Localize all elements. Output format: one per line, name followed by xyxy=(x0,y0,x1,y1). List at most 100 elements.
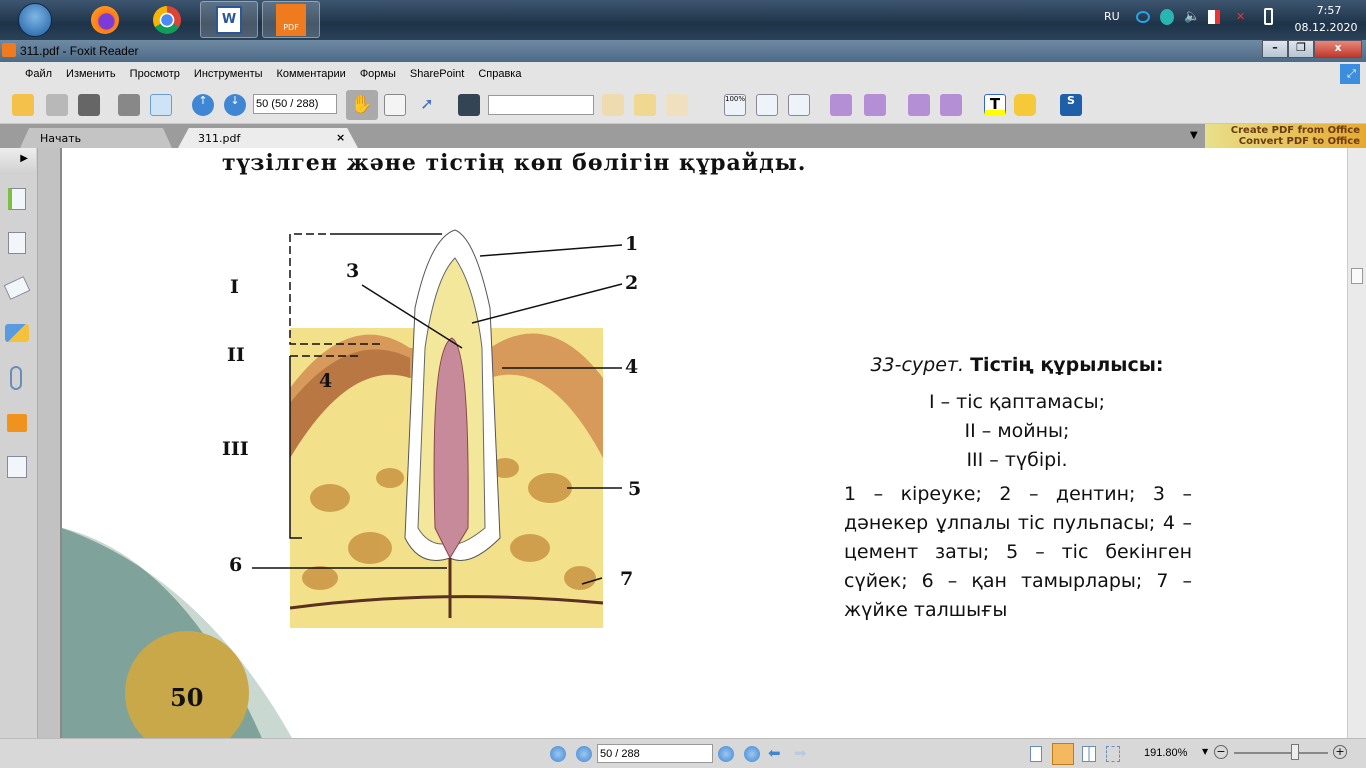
tab-list-dropdown-icon[interactable]: ▼ xyxy=(1190,130,1198,141)
firefox-icon xyxy=(91,5,119,34)
pdf-clipboard-icon[interactable] xyxy=(940,94,962,116)
clock-date[interactable]: 08.12.2020 xyxy=(1291,21,1361,34)
next-page-icon[interactable]: ↓ xyxy=(224,94,246,116)
hand-tool-icon[interactable]: ✋ xyxy=(346,90,378,120)
first-page-icon[interactable] xyxy=(550,746,566,762)
new-pdf-icon[interactable] xyxy=(908,94,930,116)
start-button[interactable] xyxy=(6,1,64,38)
label-5: 5 xyxy=(628,478,642,500)
fit-width-icon[interactable] xyxy=(788,94,810,116)
figure-parts-list: I – тіс қаптамасы; II – мойны; III – түб… xyxy=(832,388,1202,475)
pages-icon[interactable] xyxy=(8,232,26,254)
search-input[interactable] xyxy=(488,95,594,115)
create-pdf-icon[interactable] xyxy=(830,94,852,116)
tab-label: Начать xyxy=(40,132,82,145)
battery-icon[interactable] xyxy=(1264,8,1273,25)
action-center-flag-icon[interactable] xyxy=(1208,10,1220,24)
label-II: II xyxy=(227,344,245,366)
vertical-scrollbar[interactable] xyxy=(1347,148,1366,738)
zoom-slider[interactable] xyxy=(1234,752,1328,754)
print-icon[interactable] xyxy=(118,94,140,116)
find-next-icon[interactable] xyxy=(634,94,656,116)
open-folder-icon[interactable] xyxy=(12,94,34,116)
foxit-app-icon xyxy=(2,43,16,57)
menu-edit[interactable]: Изменить xyxy=(59,68,123,80)
close-button[interactable]: x xyxy=(1314,40,1362,58)
layers-icon[interactable] xyxy=(3,276,31,300)
status-page-input[interactable] xyxy=(597,744,713,763)
minimize-button[interactable]: – xyxy=(1262,40,1288,58)
create-pdf-promo[interactable]: Create PDF from Office Convert PDF to Off… xyxy=(1205,124,1366,148)
menu-tools[interactable]: Инструменты xyxy=(187,68,270,80)
language-indicator[interactable]: RU xyxy=(1104,10,1120,23)
zoom-in-icon[interactable]: + xyxy=(1333,745,1347,759)
continuous-page-icon[interactable] xyxy=(1052,743,1074,765)
email-icon[interactable] xyxy=(150,94,172,116)
eset-icon[interactable] xyxy=(1160,9,1174,25)
find-binoculars-icon[interactable] xyxy=(458,94,480,116)
tab-311-pdf[interactable]: 311.pdf × xyxy=(178,128,358,148)
go-forward-icon[interactable]: ➡ xyxy=(794,744,807,762)
close-tab-icon[interactable]: × xyxy=(336,131,345,144)
signatures-icon[interactable] xyxy=(7,456,27,478)
fullscreen-icon[interactable]: ⤢ xyxy=(1340,64,1360,84)
label-4-left: 4 xyxy=(319,370,333,392)
save-icon[interactable] xyxy=(46,94,68,116)
network-disconnected-icon[interactable]: ✕ xyxy=(1236,10,1245,23)
restore-button[interactable]: ❐ xyxy=(1288,40,1314,58)
panel-splitter[interactable] xyxy=(38,148,62,738)
menu-help[interactable]: Справка xyxy=(471,68,528,80)
docusign-icon[interactable]: S xyxy=(1060,94,1082,116)
network-tray-icon[interactable] xyxy=(1136,11,1150,23)
tab-start[interactable]: Начать xyxy=(20,128,172,148)
title-bar: 311.pdf - Foxit Reader – ❐ x xyxy=(0,40,1366,62)
previous-page-icon[interactable]: ↑ xyxy=(192,94,214,116)
clock-time[interactable]: 7:57 xyxy=(1304,4,1354,17)
single-page-icon[interactable] xyxy=(1030,746,1042,762)
next-page-status-icon[interactable] xyxy=(718,746,734,762)
security-lock-icon[interactable] xyxy=(7,414,27,432)
menu-file[interactable]: Файл xyxy=(18,68,59,80)
continuous-facing-icon[interactable] xyxy=(1106,746,1120,762)
previous-page-status-icon[interactable] xyxy=(576,746,592,762)
last-page-icon[interactable] xyxy=(744,746,760,762)
select-text-icon[interactable] xyxy=(384,94,406,116)
promo-line1: Create PDF from Office xyxy=(1230,125,1360,136)
zoom-dropdown-icon[interactable]: ▼ xyxy=(1202,747,1208,756)
menu-sharepoint[interactable]: SharePoint xyxy=(403,68,471,80)
pdf-printer-icon[interactable] xyxy=(864,94,886,116)
save-as-icon[interactable] xyxy=(78,94,100,116)
menu-comments[interactable]: Комментарии xyxy=(270,68,353,80)
find-previous-icon[interactable] xyxy=(602,94,624,116)
zoom-slider-thumb[interactable] xyxy=(1291,744,1300,760)
expand-panel-icon[interactable]: ▶ xyxy=(0,148,36,174)
note-comment-icon[interactable] xyxy=(1014,94,1036,116)
select-arrow-icon[interactable]: ➚ xyxy=(416,94,438,116)
bookmarks-icon[interactable] xyxy=(8,188,26,210)
taskbar-chrome[interactable] xyxy=(138,1,196,38)
taskbar-foxit[interactable]: PDF xyxy=(262,1,320,38)
taskbar-word[interactable]: W xyxy=(200,1,258,38)
search-options-icon[interactable] xyxy=(666,94,688,116)
comments-icon[interactable] xyxy=(5,324,29,342)
label-4-right: 4 xyxy=(625,356,639,378)
taskbar-firefox[interactable] xyxy=(76,1,134,38)
go-back-icon[interactable]: ⬅ xyxy=(768,744,781,762)
scrollbar-thumb[interactable] xyxy=(1351,268,1363,284)
facing-page-icon[interactable] xyxy=(1082,746,1096,762)
tab-bar: Начать 311.pdf × ▼ Create PDF from Office… xyxy=(0,124,1366,148)
volume-icon[interactable]: 🔈 xyxy=(1184,9,1200,24)
actual-size-icon[interactable]: 100% xyxy=(724,94,746,116)
zoom-out-icon[interactable]: − xyxy=(1214,745,1228,759)
page-number-input[interactable] xyxy=(253,94,337,114)
tab-label: 311.pdf xyxy=(198,132,241,145)
label-1: 1 xyxy=(625,233,639,255)
label-3: 3 xyxy=(346,260,360,282)
menu-forms[interactable]: Формы xyxy=(353,68,403,80)
zoom-level[interactable]: 191.80% xyxy=(1144,747,1187,759)
menu-view[interactable]: Просмотр xyxy=(123,68,187,80)
typewriter-icon[interactable]: T xyxy=(984,94,1006,116)
foxit-pdf-icon: PDF xyxy=(276,3,306,36)
fit-page-icon[interactable] xyxy=(756,94,778,116)
attachments-icon[interactable] xyxy=(10,366,22,390)
